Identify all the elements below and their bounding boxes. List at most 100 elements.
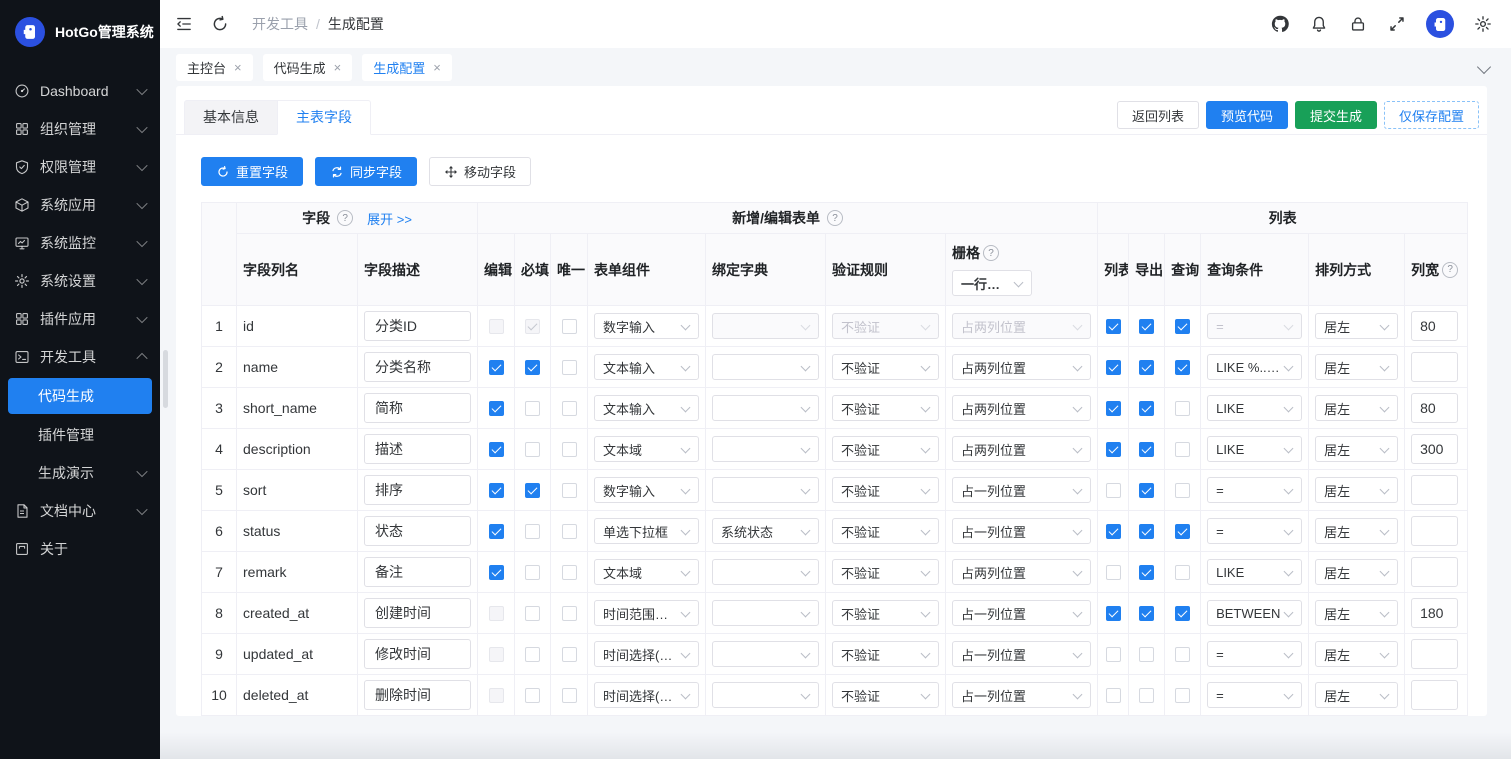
field-desc-input[interactable] [364, 516, 472, 546]
list-checkbox[interactable] [1105, 647, 1121, 663]
query-checkbox[interactable] [1175, 647, 1191, 663]
dict-select[interactable] [712, 682, 820, 708]
grid-select[interactable]: 占一列位置 [952, 477, 1092, 503]
required-checkbox[interactable] [525, 319, 541, 335]
align-select[interactable]: 居左 [1315, 436, 1399, 462]
page-tab-code-gen[interactable]: 代码生成 × [262, 53, 353, 81]
tabbar-chevron-down-icon[interactable] [1476, 59, 1492, 75]
list-checkbox[interactable] [1105, 606, 1121, 622]
query-checkbox[interactable] [1175, 442, 1191, 458]
required-checkbox[interactable] [525, 401, 541, 417]
sidebar-item-dashboard[interactable]: Dashboard [0, 72, 160, 110]
close-icon[interactable]: × [433, 61, 441, 74]
unique-checkbox[interactable] [561, 688, 577, 704]
grid-layout-select[interactable]: 一行两列 [952, 270, 1033, 296]
grid-select[interactable]: 占两列位置 [952, 354, 1092, 380]
align-select[interactable]: 居左 [1315, 313, 1399, 339]
align-select[interactable]: 居左 [1315, 559, 1399, 585]
col-width-input[interactable] [1411, 557, 1459, 587]
align-select[interactable]: 居左 [1315, 477, 1399, 503]
query-checkbox[interactable] [1175, 565, 1191, 581]
settings-gear-icon[interactable] [1473, 14, 1493, 34]
required-checkbox[interactable] [525, 360, 541, 376]
align-select[interactable]: 居左 [1315, 518, 1399, 544]
col-width-input[interactable] [1411, 434, 1459, 464]
dict-select[interactable] [712, 354, 820, 380]
field-desc-input[interactable] [364, 475, 472, 505]
close-icon[interactable]: × [234, 61, 242, 74]
field-desc-input[interactable] [364, 639, 472, 669]
edit-checkbox[interactable] [488, 606, 504, 622]
query-cond-select[interactable]: = [1207, 518, 1303, 544]
export-checkbox[interactable] [1139, 647, 1155, 663]
query-checkbox[interactable] [1175, 319, 1191, 335]
submit-generate-button[interactable]: 提交生成 [1294, 101, 1377, 129]
unique-checkbox[interactable] [561, 483, 577, 499]
field-desc-input[interactable] [364, 352, 472, 382]
rule-select[interactable]: 不验证 [832, 518, 940, 544]
query-checkbox[interactable] [1175, 606, 1191, 622]
sidebar-item-org-management[interactable]: 组织管理 [0, 110, 160, 148]
grid-select[interactable]: 占一列位置 [952, 518, 1092, 544]
rule-select[interactable]: 不验证 [832, 395, 940, 421]
dict-select[interactable] [712, 477, 820, 503]
col-width-input[interactable] [1411, 475, 1459, 505]
component-select[interactable]: 文本输入 [594, 395, 700, 421]
sidebar-item-permission-management[interactable]: 权限管理 [0, 148, 160, 186]
sidebar-item-doc-center[interactable]: 文档中心 [0, 492, 160, 530]
query-cond-select[interactable]: = [1207, 641, 1303, 667]
dict-select[interactable] [712, 313, 820, 339]
list-checkbox[interactable] [1105, 442, 1121, 458]
required-checkbox[interactable] [525, 688, 541, 704]
query-cond-select[interactable]: LIKE [1207, 436, 1303, 462]
query-cond-select[interactable]: LIKE [1207, 395, 1303, 421]
grid-select[interactable]: 占两列位置 [952, 395, 1092, 421]
field-desc-input[interactable] [364, 393, 472, 423]
back-to-list-button[interactable]: 返回列表 [1116, 101, 1199, 129]
tab-basic-info[interactable]: 基本信息 [184, 100, 278, 135]
edit-checkbox[interactable] [488, 524, 504, 540]
notifications-bell-icon[interactable] [1309, 14, 1329, 34]
align-select[interactable]: 居左 [1315, 600, 1399, 626]
list-checkbox[interactable] [1105, 565, 1121, 581]
query-cond-select[interactable]: = [1207, 477, 1303, 503]
dict-select[interactable] [712, 436, 820, 462]
github-icon[interactable] [1270, 14, 1290, 34]
field-desc-input[interactable] [364, 557, 472, 587]
query-checkbox[interactable] [1175, 483, 1191, 499]
required-checkbox[interactable] [525, 524, 541, 540]
sidebar-item-dev-tools[interactable]: 开发工具 [0, 338, 160, 376]
query-cond-select[interactable]: LIKE %...% [1207, 354, 1303, 380]
dict-select[interactable] [712, 395, 820, 421]
col-width-input[interactable] [1411, 598, 1459, 628]
help-icon[interactable]: ? [1442, 261, 1459, 278]
rule-select[interactable]: 不验证 [832, 600, 940, 626]
edit-checkbox[interactable] [488, 360, 504, 376]
grid-select[interactable]: 占一列位置 [952, 682, 1092, 708]
col-width-input[interactable] [1411, 352, 1459, 382]
sidebar-item-about[interactable]: 关于 [0, 530, 160, 568]
page-tab-gen-config[interactable]: 生成配置 × [362, 53, 452, 81]
dict-select[interactable] [712, 641, 820, 667]
tab-main-table-fields[interactable]: 主表字段 [277, 100, 371, 135]
component-select[interactable]: 文本输入 [594, 354, 700, 380]
component-select[interactable]: 文本域 [594, 436, 700, 462]
query-checkbox[interactable] [1175, 401, 1191, 417]
export-checkbox[interactable] [1139, 688, 1155, 704]
grid-select[interactable]: 占两列位置 [952, 436, 1092, 462]
align-select[interactable]: 居左 [1315, 641, 1399, 667]
edit-checkbox[interactable] [488, 401, 504, 417]
dict-select[interactable] [712, 559, 820, 585]
col-width-input[interactable] [1411, 311, 1459, 341]
unique-checkbox[interactable] [561, 647, 577, 663]
required-checkbox[interactable] [525, 606, 541, 622]
align-select[interactable]: 居左 [1315, 395, 1399, 421]
unique-checkbox[interactable] [561, 442, 577, 458]
reload-icon[interactable] [210, 14, 230, 34]
query-checkbox[interactable] [1175, 360, 1191, 376]
sidebar-item-system-monitor[interactable]: 系统监控 [0, 224, 160, 262]
grid-select[interactable]: 占两列位置 [952, 559, 1092, 585]
unique-checkbox[interactable] [561, 360, 577, 376]
export-checkbox[interactable] [1139, 483, 1155, 499]
save-config-only-button[interactable]: 仅保存配置 [1383, 101, 1479, 129]
